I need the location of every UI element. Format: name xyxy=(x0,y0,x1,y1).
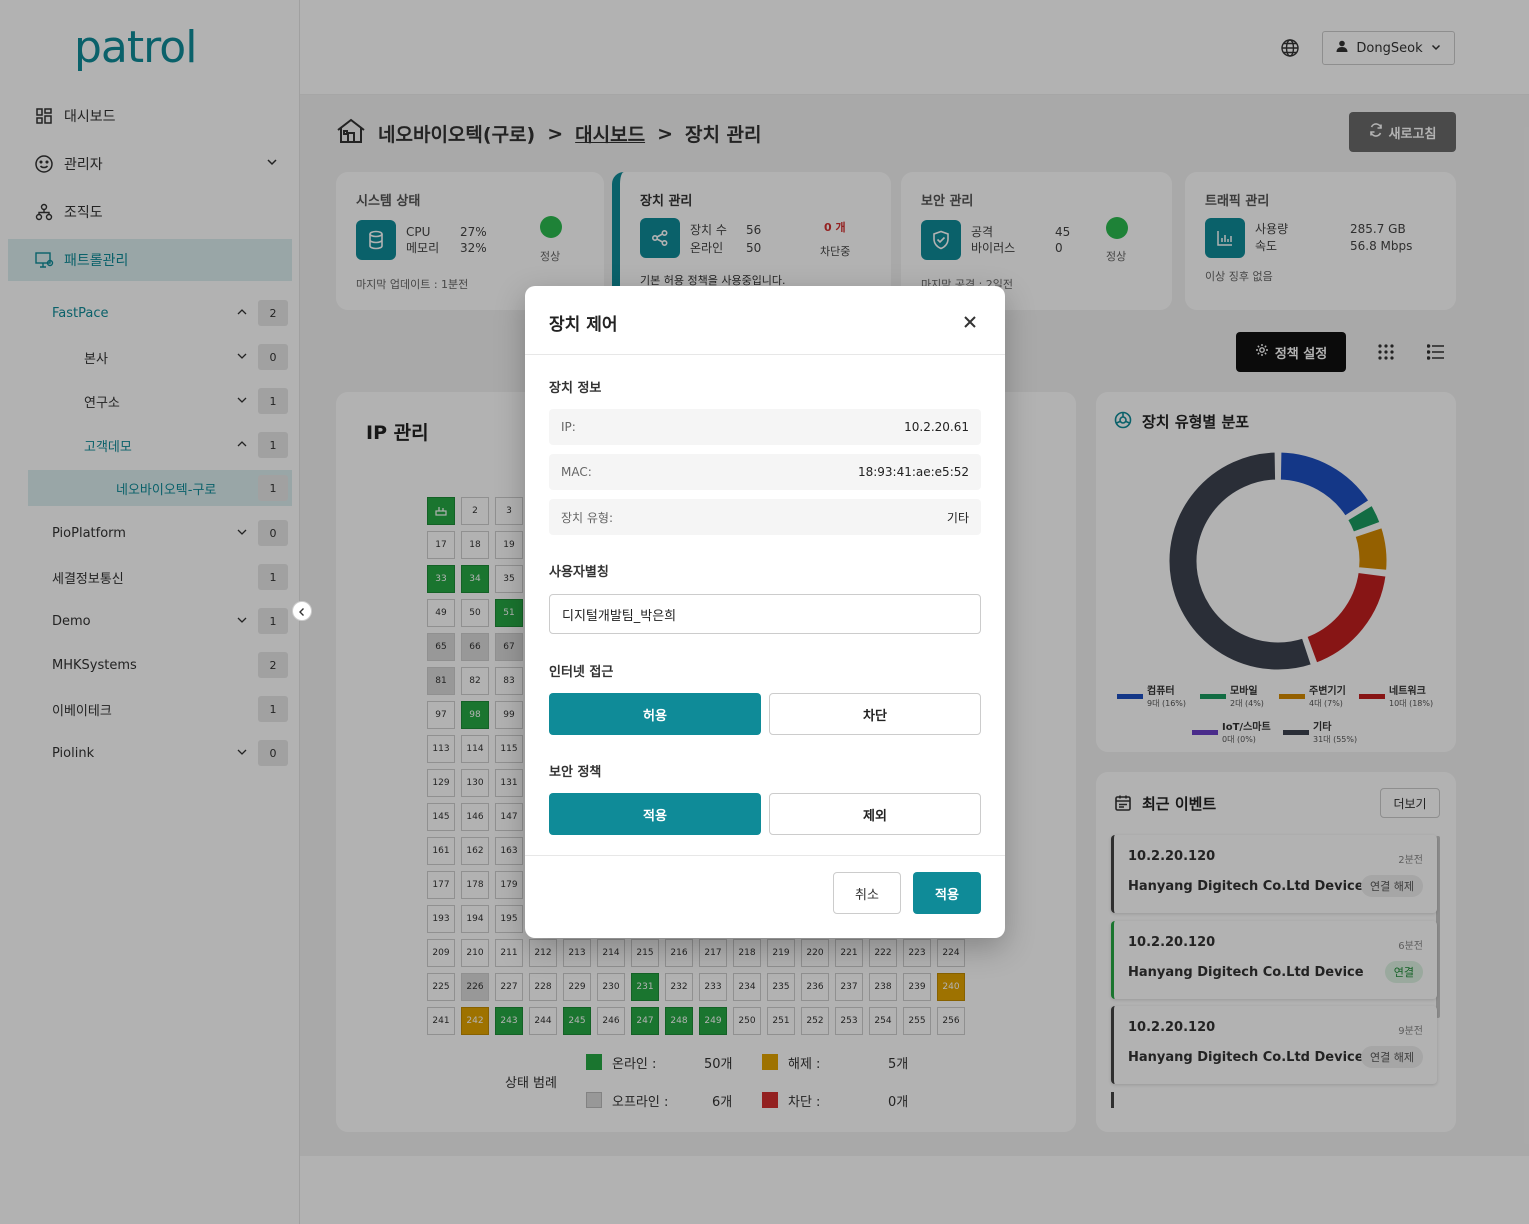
ip-value: 10.2.20.61 xyxy=(904,420,969,434)
device-control-modal: 장치 제어 장치 정보 IP: 10.2.20.61 MAC: 18:93:41… xyxy=(525,286,1005,938)
info-row-type: 장치 유형: 기타 xyxy=(549,499,981,535)
ip-key: IP: xyxy=(561,420,576,434)
mac-key: MAC: xyxy=(561,465,592,479)
block-button[interactable]: 차단 xyxy=(769,693,981,735)
cancel-button[interactable]: 취소 xyxy=(833,872,901,914)
chevron-left-icon xyxy=(297,602,307,621)
divider xyxy=(525,855,1005,856)
alias-title: 사용자별칭 xyxy=(549,565,609,580)
internet-access-title: 인터넷 접근 xyxy=(549,665,614,680)
exclude-policy-button[interactable]: 제외 xyxy=(769,793,981,835)
divider xyxy=(525,354,1005,355)
type-key: 장치 유형: xyxy=(561,510,614,525)
apply-button[interactable]: 적용 xyxy=(913,872,981,914)
allow-button[interactable]: 허용 xyxy=(549,693,761,735)
mac-value: 18:93:41:ae:e5:52 xyxy=(857,465,969,479)
info-row-mac: MAC: 18:93:41:ae:e5:52 xyxy=(549,454,981,490)
apply-policy-button[interactable]: 적용 xyxy=(549,793,761,835)
modal-title: 장치 제어 xyxy=(549,315,618,335)
alias-input[interactable]: 디지털개발팀_박은희 xyxy=(549,594,981,634)
device-info-title: 장치 정보 xyxy=(549,381,602,396)
collapse-sidebar-button[interactable] xyxy=(292,601,312,621)
close-icon[interactable] xyxy=(963,310,977,334)
type-value: 기타 xyxy=(946,510,969,525)
info-row-ip: IP: 10.2.20.61 xyxy=(549,409,981,445)
security-policy-title: 보안 정책 xyxy=(549,765,602,780)
